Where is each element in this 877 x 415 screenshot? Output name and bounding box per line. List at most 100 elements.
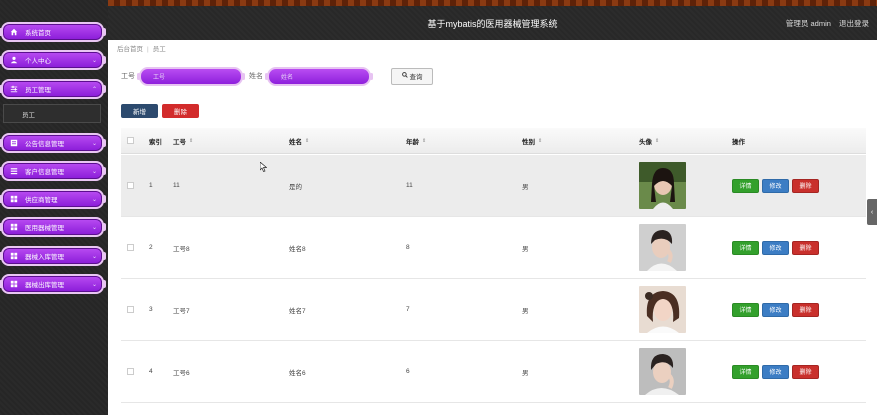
header-name[interactable]: 姓名 ⇕ — [289, 128, 309, 153]
chevron-left-icon: ‹ — [870, 208, 874, 216]
side-collapse-tab[interactable]: ‹ — [867, 199, 877, 225]
sidebar: 系统首页 个人中心 ⌄ 员工管理 ⌃ 员工 公告信息管理 ⌄ 客户信息管理 ⌄ … — [0, 0, 108, 415]
row-checkbox[interactable] — [127, 217, 134, 278]
table-row: 4 工号6 姓名6 6 男 详情 修改 删除 — [121, 341, 866, 403]
row-delete-button[interactable]: 删除 — [792, 364, 819, 379]
row-delete-button[interactable]: 删除 — [792, 302, 819, 317]
sidebar-item-notice[interactable]: 公告信息管理 ⌄ — [0, 133, 106, 153]
cell-age: 11 — [406, 182, 413, 189]
edit-button[interactable]: 修改 — [762, 178, 789, 193]
sidebar-item-customer[interactable]: 客户信息管理 ⌄ — [0, 161, 106, 181]
top-header: 基于mybatis的医用器械管理系统 管理员 admin 退出登录 — [108, 0, 877, 40]
grid-icon — [3, 223, 25, 231]
grid-icon — [3, 195, 25, 203]
header-gender[interactable]: 性别 ⇕ — [522, 128, 542, 153]
edit-button[interactable]: 修改 — [762, 302, 789, 317]
cell-gender: 男 — [522, 369, 529, 377]
header-actions: 操作 — [732, 138, 745, 146]
detail-button[interactable]: 详情 — [732, 178, 759, 193]
sidebar-item-stock-out[interactable]: 器械出库管理 ⌄ — [0, 274, 106, 294]
sidebar-item-label: 公告信息管理 — [25, 141, 64, 148]
header-decor-strip — [108, 0, 877, 6]
cell-name: 是的 — [289, 183, 302, 191]
doc-icon — [3, 139, 25, 147]
detail-button[interactable]: 详情 — [732, 364, 759, 379]
chevron-down-icon: ⌄ — [92, 57, 98, 64]
breadcrumb-current: 员工 — [152, 46, 166, 53]
cell-index: 4 — [149, 368, 153, 375]
delete-button[interactable]: 删除 — [162, 104, 199, 118]
sort-icon: ⇕ — [422, 137, 427, 144]
sidebar-item-label: 个人中心 — [25, 58, 51, 65]
chevron-down-icon: ⌄ — [92, 224, 98, 231]
cell-age: 6 — [406, 368, 410, 375]
breadcrumb: 后台首页 | 员工 — [117, 43, 166, 53]
select-all-checkbox[interactable] — [127, 128, 134, 153]
search-label-name: 姓名 — [249, 73, 263, 80]
header-avatar[interactable]: 头像 ⇕ — [639, 128, 659, 153]
cell-index: 1 — [149, 182, 153, 189]
mouse-cursor-icon — [259, 161, 268, 174]
staff-table: 索引 工号 ⇕ 姓名 ⇕ 年龄 ⇕ 性别 ⇕ 头像 ⇕ 操作 1 11 是的 11 男 详… — [121, 128, 866, 403]
sort-icon: ⇕ — [189, 137, 194, 144]
search-bar: 工号 工号 姓名 姓名 查询 — [121, 66, 433, 86]
sidebar-item-home[interactable]: 系统首页 — [0, 22, 106, 42]
sidebar-item-device[interactable]: 医用器械管理 ⌄ — [0, 217, 106, 237]
app-title: 基于mybatis的医用器械管理系统 — [427, 19, 558, 29]
role-label: 管理员 admin — [785, 19, 831, 28]
avatar — [639, 155, 686, 216]
chevron-down-icon: ⌄ — [92, 253, 98, 260]
name-search-input[interactable]: 姓名 — [265, 66, 373, 86]
add-button[interactable]: 新增 — [121, 104, 158, 118]
row-actions: 详情 修改 删除 — [732, 217, 822, 278]
search-button[interactable]: 查询 — [391, 67, 433, 85]
cell-age: 8 — [406, 244, 410, 251]
sidebar-item-label: 客户信息管理 — [25, 169, 64, 176]
sidebar-item-label: 器械入库管理 — [25, 254, 64, 261]
search-icon — [401, 72, 408, 80]
avatar — [639, 217, 686, 278]
cell-id: 工号7 — [173, 307, 190, 315]
table-header: 索引 工号 ⇕ 姓名 ⇕ 年龄 ⇕ 性别 ⇕ 头像 ⇕ 操作 — [121, 128, 866, 154]
detail-button[interactable]: 详情 — [732, 302, 759, 317]
edit-button[interactable]: 修改 — [762, 364, 789, 379]
header-id[interactable]: 工号 ⇕ — [173, 128, 193, 153]
sidebar-item-label: 系统首页 — [25, 30, 51, 37]
sidebar-subitem-staff[interactable]: 员工 — [3, 104, 101, 123]
row-delete-button[interactable]: 删除 — [792, 178, 819, 193]
cell-name: 姓名6 — [289, 369, 306, 377]
logout-link[interactable]: 退出登录 — [839, 19, 869, 28]
sidebar-item-supplier[interactable]: 供应商管理 ⌄ — [0, 189, 106, 209]
table-row: 1 11 是的 11 男 详情 修改 删除 — [121, 155, 866, 217]
row-delete-button[interactable]: 删除 — [792, 240, 819, 255]
detail-button[interactable]: 详情 — [732, 240, 759, 255]
header-age[interactable]: 年龄 ⇕ — [406, 128, 426, 153]
table-row: 2 工号8 姓名8 8 男 详情 修改 删除 — [121, 217, 866, 279]
avatar — [639, 279, 686, 340]
cell-id: 11 — [173, 182, 180, 189]
cell-id: 工号8 — [173, 245, 190, 253]
avatar — [639, 341, 686, 402]
cell-gender: 男 — [522, 307, 529, 315]
row-checkbox[interactable] — [127, 341, 134, 402]
breadcrumb-home[interactable]: 后台首页 — [117, 46, 143, 53]
row-checkbox[interactable] — [127, 155, 134, 216]
breadcrumb-separator: | — [147, 46, 149, 53]
chevron-down-icon: ⌄ — [92, 140, 98, 147]
search-label-id: 工号 — [121, 73, 135, 80]
row-checkbox[interactable] — [127, 279, 134, 340]
grid-icon — [3, 280, 25, 288]
sidebar-item-staff[interactable]: 员工管理 ⌃ — [0, 79, 106, 99]
sidebar-item-profile[interactable]: 个人中心 ⌄ — [0, 50, 106, 70]
id-search-input[interactable]: 工号 — [137, 66, 245, 86]
user-icon — [3, 56, 25, 64]
search-button-label: 查询 — [409, 74, 423, 81]
cell-age: 7 — [406, 306, 410, 313]
row-actions: 详情 修改 删除 — [732, 279, 822, 340]
list-icon — [3, 167, 25, 175]
chevron-down-icon: ⌄ — [92, 281, 98, 288]
edit-button[interactable]: 修改 — [762, 240, 789, 255]
sidebar-item-stock-in[interactable]: 器械入库管理 ⌄ — [0, 246, 106, 266]
cell-index: 3 — [149, 306, 153, 313]
sidebar-item-label: 供应商管理 — [25, 197, 58, 204]
